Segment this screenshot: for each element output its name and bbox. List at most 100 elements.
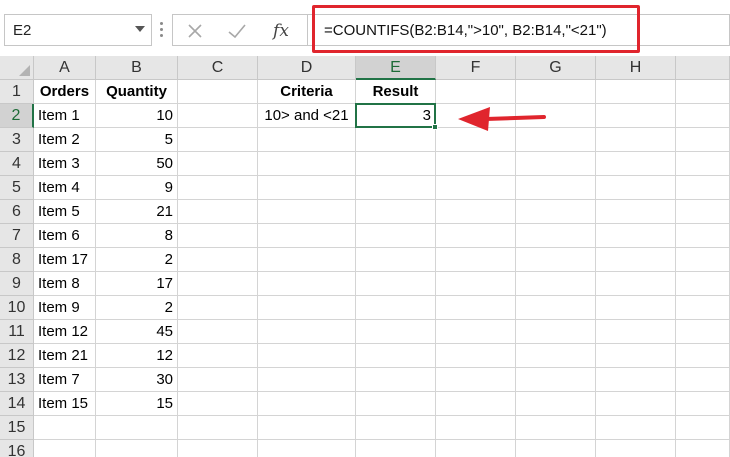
cell-D14[interactable]: [258, 392, 356, 416]
cell-C4[interactable]: [178, 152, 258, 176]
cell-E1[interactable]: Result: [356, 80, 436, 104]
cell-B2[interactable]: 10: [96, 104, 178, 128]
cell-B5[interactable]: 9: [96, 176, 178, 200]
cell-B3[interactable]: 5: [96, 128, 178, 152]
cell-E10[interactable]: [356, 296, 436, 320]
name-box[interactable]: E2: [4, 14, 152, 46]
row-header-15[interactable]: 15: [0, 416, 34, 440]
cell-E13[interactable]: [356, 368, 436, 392]
cell-D10[interactable]: [258, 296, 356, 320]
cell-G9[interactable]: [516, 272, 596, 296]
formula-input[interactable]: =COUNTIFS(B2:B14,">10", B2:B14,"<21"): [308, 14, 730, 46]
cell-filler[interactable]: [676, 368, 730, 392]
row-header-5[interactable]: 5: [0, 176, 34, 200]
cell-F2[interactable]: [436, 104, 516, 128]
row-header-3[interactable]: 3: [0, 128, 34, 152]
cell-A8[interactable]: Item 17: [34, 248, 96, 272]
cell-G14[interactable]: [516, 392, 596, 416]
cell-F11[interactable]: [436, 320, 516, 344]
cell-B1[interactable]: Quantity: [96, 80, 178, 104]
cell-F13[interactable]: [436, 368, 516, 392]
cell-E5[interactable]: [356, 176, 436, 200]
column-header-B[interactable]: B: [96, 56, 178, 80]
cell-F4[interactable]: [436, 152, 516, 176]
cell-F16[interactable]: [436, 440, 516, 457]
cell-B9[interactable]: 17: [96, 272, 178, 296]
cell-A13[interactable]: Item 7: [34, 368, 96, 392]
cell-H14[interactable]: [596, 392, 676, 416]
cell-D8[interactable]: [258, 248, 356, 272]
cell-C5[interactable]: [178, 176, 258, 200]
cell-C14[interactable]: [178, 392, 258, 416]
cell-H13[interactable]: [596, 368, 676, 392]
cell-G8[interactable]: [516, 248, 596, 272]
cell-B6[interactable]: 21: [96, 200, 178, 224]
cell-G10[interactable]: [516, 296, 596, 320]
row-header-8[interactable]: 8: [0, 248, 34, 272]
cell-filler[interactable]: [676, 176, 730, 200]
cell-D1[interactable]: Criteria: [258, 80, 356, 104]
cell-F15[interactable]: [436, 416, 516, 440]
cell-H6[interactable]: [596, 200, 676, 224]
cell-G12[interactable]: [516, 344, 596, 368]
row-header-13[interactable]: 13: [0, 368, 34, 392]
cell-G3[interactable]: [516, 128, 596, 152]
cell-D7[interactable]: [258, 224, 356, 248]
cell-D2[interactable]: 10> and <21: [258, 104, 356, 128]
cell-H12[interactable]: [596, 344, 676, 368]
cell-filler[interactable]: [676, 104, 730, 128]
row-header-9[interactable]: 9: [0, 272, 34, 296]
cell-A1[interactable]: Orders: [34, 80, 96, 104]
cell-F1[interactable]: [436, 80, 516, 104]
cell-F10[interactable]: [436, 296, 516, 320]
row-header-6[interactable]: 6: [0, 200, 34, 224]
cell-B12[interactable]: 12: [96, 344, 178, 368]
cell-B8[interactable]: 2: [96, 248, 178, 272]
cell-filler[interactable]: [676, 200, 730, 224]
cell-H16[interactable]: [596, 440, 676, 457]
cell-G5[interactable]: [516, 176, 596, 200]
cell-C3[interactable]: [178, 128, 258, 152]
cell-D13[interactable]: [258, 368, 356, 392]
cell-H2[interactable]: [596, 104, 676, 128]
cell-filler[interactable]: [676, 128, 730, 152]
check-icon[interactable]: [225, 19, 249, 43]
column-header-D[interactable]: D: [258, 56, 356, 80]
cell-D16[interactable]: [258, 440, 356, 457]
cell-filler[interactable]: [676, 224, 730, 248]
cell-A9[interactable]: Item 8: [34, 272, 96, 296]
insert-function-button[interactable]: fx: [269, 19, 293, 43]
cell-C8[interactable]: [178, 248, 258, 272]
cell-F5[interactable]: [436, 176, 516, 200]
column-header-G[interactable]: G: [516, 56, 596, 80]
cell-A10[interactable]: Item 9: [34, 296, 96, 320]
cell-A12[interactable]: Item 21: [34, 344, 96, 368]
cell-H3[interactable]: [596, 128, 676, 152]
cell-F9[interactable]: [436, 272, 516, 296]
cell-D9[interactable]: [258, 272, 356, 296]
select-all-corner[interactable]: [0, 56, 34, 80]
column-header-C[interactable]: C: [178, 56, 258, 80]
cell-F8[interactable]: [436, 248, 516, 272]
cell-F12[interactable]: [436, 344, 516, 368]
row-header-7[interactable]: 7: [0, 224, 34, 248]
cell-E14[interactable]: [356, 392, 436, 416]
cell-A15[interactable]: [34, 416, 96, 440]
cell-G16[interactable]: [516, 440, 596, 457]
column-header-H[interactable]: H: [596, 56, 676, 80]
row-header-11[interactable]: 11: [0, 320, 34, 344]
cell-B11[interactable]: 45: [96, 320, 178, 344]
column-header-F[interactable]: F: [436, 56, 516, 80]
cell-H7[interactable]: [596, 224, 676, 248]
cell-H9[interactable]: [596, 272, 676, 296]
cell-H1[interactable]: [596, 80, 676, 104]
cell-A11[interactable]: Item 12: [34, 320, 96, 344]
cell-filler[interactable]: [676, 296, 730, 320]
cell-filler[interactable]: [676, 272, 730, 296]
cell-C16[interactable]: [178, 440, 258, 457]
column-header-A[interactable]: A: [34, 56, 96, 80]
cell-B15[interactable]: [96, 416, 178, 440]
cell-E7[interactable]: [356, 224, 436, 248]
cell-E6[interactable]: [356, 200, 436, 224]
row-header-12[interactable]: 12: [0, 344, 34, 368]
